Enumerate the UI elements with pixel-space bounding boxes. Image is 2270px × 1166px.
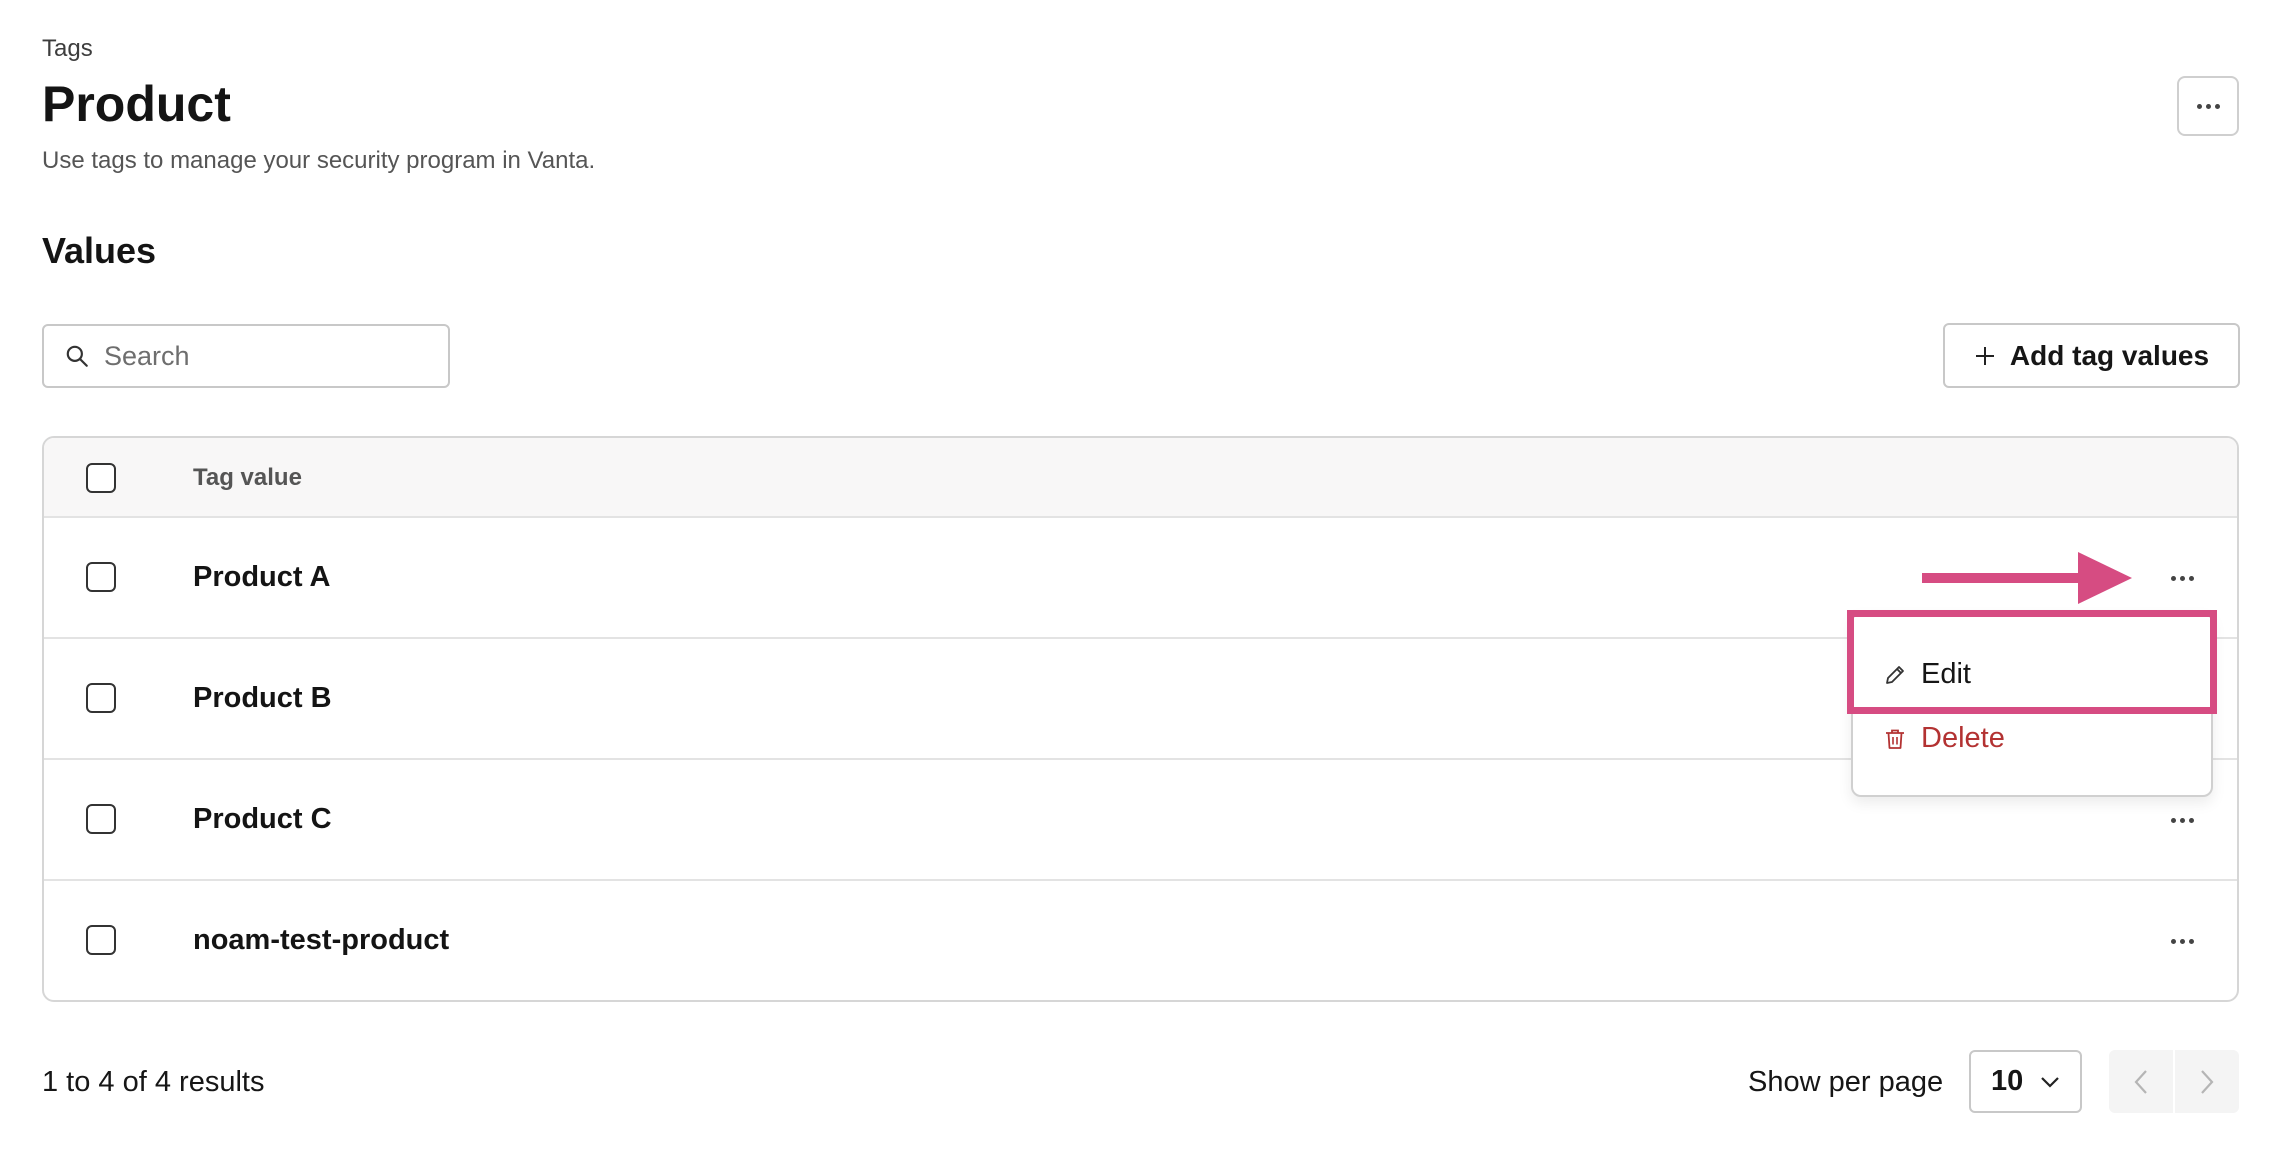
previous-page-button[interactable] [2109, 1050, 2173, 1113]
menu-item-delete[interactable]: Delete [1883, 722, 2005, 755]
row-more-button[interactable] [2160, 921, 2204, 961]
row-checkbox[interactable] [86, 804, 116, 834]
column-header-tag-value[interactable]: Tag value [193, 464, 302, 492]
search-input[interactable] [104, 340, 404, 372]
add-tag-values-label: Add tag values [2009, 339, 2210, 371]
chevron-down-icon [2041, 1076, 2060, 1088]
more-horizontal-icon [2196, 103, 2220, 109]
next-page-button[interactable] [2173, 1050, 2239, 1113]
page-title: Product [42, 76, 231, 132]
row-checkbox[interactable] [86, 562, 116, 592]
table-header: Tag value [44, 438, 2237, 518]
search-icon [66, 345, 88, 367]
chevron-left-icon [2134, 1069, 2147, 1094]
menu-item-edit[interactable]: Edit [1883, 658, 1971, 691]
select-all-checkbox[interactable] [86, 463, 116, 493]
more-horizontal-icon [2170, 817, 2194, 823]
tag-value-cell[interactable]: Product C [193, 802, 332, 836]
search-box[interactable] [42, 324, 450, 388]
plus-icon [1975, 346, 1994, 365]
menu-item-edit-label: Edit [1921, 658, 1971, 690]
per-page-value: 10 [1991, 1065, 2024, 1097]
page-description: Use tags to manage your security program… [42, 147, 596, 174]
add-tag-values-button[interactable]: Add tag values [1943, 323, 2240, 388]
row-more-button[interactable] [2160, 558, 2204, 598]
pagination [2109, 1050, 2239, 1113]
pencil-icon [1886, 665, 1904, 684]
row-more-button[interactable] [2160, 800, 2204, 840]
tag-value-cell[interactable]: noam-test-product [193, 923, 449, 957]
chevron-right-icon [2201, 1069, 2214, 1094]
breadcrumb[interactable]: Tags [42, 34, 93, 64]
table-row: noam-test-product [44, 881, 2237, 1000]
row-checkbox[interactable] [86, 683, 116, 713]
tag-value-cell[interactable]: Product A [193, 560, 330, 594]
more-horizontal-icon [2170, 938, 2194, 944]
values-heading: Values [42, 230, 157, 271]
row-actions-menu: Edit Delete [1851, 612, 2213, 797]
trash-icon [1886, 729, 1904, 749]
per-page-select[interactable]: 10 [1969, 1050, 2082, 1113]
page-more-button[interactable] [2177, 76, 2239, 136]
tag-value-cell[interactable]: Product B [193, 681, 332, 715]
row-checkbox[interactable] [86, 925, 116, 955]
per-page-label: Show per page [1748, 1066, 1944, 1098]
annotation-arrow-icon [1922, 552, 2132, 604]
results-count: 1 to 4 of 4 results [42, 1066, 265, 1098]
menu-item-delete-label: Delete [1921, 722, 2005, 754]
more-horizontal-icon [2170, 575, 2194, 581]
